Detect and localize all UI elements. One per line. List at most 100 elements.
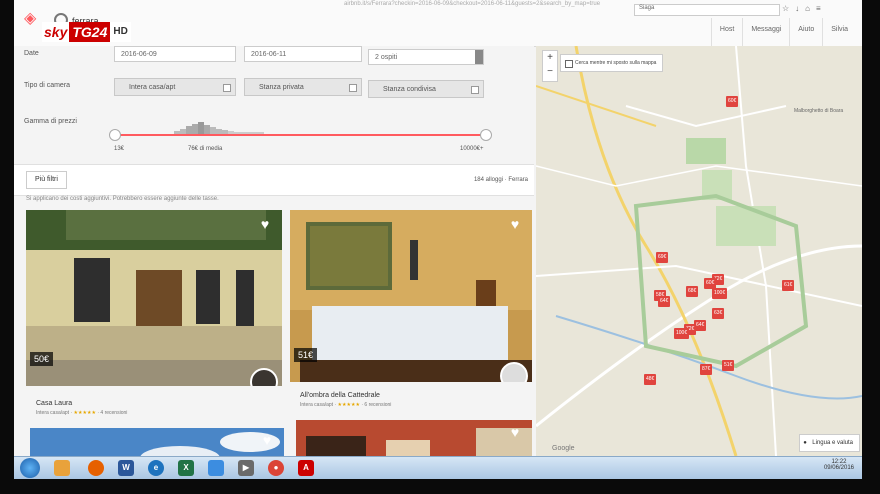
header-nav: Host Messaggi Aiuto Silvia [710, 18, 856, 46]
download-icon[interactable]: ↓ [795, 4, 799, 13]
room-type-private-room[interactable]: Stanza privata [244, 78, 362, 96]
windows-taskbar: W e X ▶ ● A 12:22 09/06/2016 [14, 456, 862, 479]
price-min-value: 13€ [114, 146, 125, 152]
listing-title[interactable]: Casa Laura [36, 400, 72, 407]
more-filters-button[interactable]: Più filtri [26, 171, 67, 189]
map-place-label: Malborghetto di Boara [794, 108, 844, 114]
user-menu-button[interactable]: Silvia [822, 18, 856, 46]
system-clock[interactable]: 12:22 09/06/2016 [824, 459, 854, 471]
rating-stars: ★★★★★ [73, 410, 96, 416]
host-button[interactable]: Host [710, 18, 742, 46]
start-button-icon[interactable] [20, 458, 40, 478]
search-results-pane: Date 2016-06-09 2016-06-11 2 ospiti Tipo… [14, 46, 534, 476]
map-price-pin[interactable]: 64€ [658, 296, 671, 307]
price-slider-track[interactable] [113, 134, 485, 136]
messages-button[interactable]: Messaggi [742, 18, 789, 46]
price-average: 76€ di media [188, 146, 223, 152]
help-button[interactable]: Aiuto [789, 18, 822, 46]
zoom-control: + − [542, 50, 558, 82]
browser-search-box[interactable]: Siaga [634, 4, 780, 16]
rating-stars: ★★★★★ [337, 402, 360, 408]
firefox-icon[interactable] [88, 460, 104, 476]
media-player-icon[interactable]: ▶ [238, 460, 254, 476]
dates-label: Date [24, 50, 39, 57]
review-count: 4 recensioni [100, 410, 128, 416]
listing-type: Intera casa/apt [300, 402, 334, 408]
search-as-map-moves[interactable]: Cerca mentre mi sposto sulla mappa [560, 54, 664, 72]
language-currency-button[interactable]: ● Lingua e valuta [799, 434, 860, 452]
price-max-handle[interactable] [480, 129, 492, 141]
heart-icon[interactable]: ♥ [508, 217, 522, 231]
chrome-icon[interactable]: ● [268, 460, 284, 476]
checkbox-icon[interactable] [565, 60, 573, 68]
listing-card[interactable]: ♥ 50€ [26, 210, 282, 386]
map-price-pin[interactable]: 69€ [656, 252, 669, 263]
bookmark-star-icon[interactable]: ☆ [782, 4, 789, 13]
listing-type: Intera casa/apt [36, 410, 70, 416]
map-price-pin[interactable]: 51€ [722, 360, 735, 371]
review-count: 6 recensioni [364, 402, 392, 408]
map-price-pin[interactable]: 87€ [700, 364, 713, 375]
browser-toolbar: ☆ ↓ ⌂ ≡ [782, 4, 858, 16]
channel-logo-hd: HD [110, 22, 131, 42]
checkbox-icon[interactable] [349, 84, 357, 92]
internet-explorer-icon[interactable]: e [148, 460, 164, 476]
checkout-field[interactable]: 2016-06-11 [244, 46, 362, 62]
price-min-handle[interactable] [109, 129, 121, 141]
listing-meta: Intera casa/apt · ★★★★★ · 4 recensioni [36, 410, 128, 416]
menu-icon[interactable]: ≡ [816, 4, 821, 13]
room-type-shared-room[interactable]: Stanza condivisa [368, 80, 484, 98]
listing-photo [26, 210, 282, 386]
map-pane[interactable]: + − Cerca mentre mi sposto sulla mappa M… [536, 46, 862, 456]
map-price-pin[interactable]: 61€ [782, 280, 795, 291]
checkbox-icon[interactable] [223, 84, 231, 92]
listing-title[interactable]: All'ombra della Cattedrale [300, 392, 380, 399]
price-max-value: 10000€+ [460, 146, 484, 152]
map-price-pin[interactable]: 60€ [726, 96, 739, 107]
word-icon[interactable]: W [118, 460, 134, 476]
channel-logo-tg24: TG24 [69, 22, 111, 42]
room-type-label-text: Intera casa/apt [129, 84, 176, 91]
map-price-pin[interactable]: 100€ [674, 328, 690, 339]
airbnb-logo-icon[interactable]: ◈ [24, 10, 42, 28]
map-price-pin[interactable]: 60€ [704, 278, 717, 289]
channel-logo-sky: sky [42, 22, 70, 42]
acrobat-icon[interactable]: A [298, 460, 314, 476]
excel-icon[interactable]: X [178, 460, 194, 476]
browser-url[interactable]: airbnb.it/s/Ferrara?checkin=2016-06-09&c… [344, 1, 600, 7]
listing-card[interactable]: ♥ 51€ [290, 210, 532, 382]
heart-icon[interactable]: ♥ [258, 217, 272, 231]
chevron-down-icon [475, 50, 483, 64]
checkin-field[interactable]: 2016-06-09 [114, 46, 236, 62]
screen: airbnb.it/s/Ferrara?checkin=2016-06-09&c… [14, 0, 862, 476]
host-avatar[interactable] [500, 362, 528, 382]
listing-photo [290, 210, 532, 382]
heart-icon[interactable]: ♥ [260, 433, 274, 447]
language-currency-label: Lingua e valuta [812, 440, 853, 446]
map-price-pin[interactable]: 100€ [712, 288, 728, 299]
room-type-label-text: Stanza condivisa [383, 86, 436, 93]
map-checkbox-label: Cerca mentre mi sposto sulla mappa [575, 60, 657, 66]
zoom-in-button[interactable]: + [543, 51, 557, 65]
map-price-pin[interactable]: 63€ [712, 308, 725, 319]
guests-value: 2 ospiti [375, 54, 398, 61]
checkbox-icon[interactable] [471, 86, 479, 94]
app-header: airbnb.it/s/Ferrara?checkin=2016-06-09&c… [14, 0, 862, 47]
zoom-out-button[interactable]: − [543, 65, 557, 79]
room-type-entire-home[interactable]: Intera casa/apt [114, 78, 236, 96]
google-logo: Google [552, 445, 575, 452]
room-type-label-text: Stanza privata [259, 84, 304, 91]
globe-icon: ● [803, 440, 807, 446]
listing-meta: Intera casa/apt · ★★★★★ · 6 recensioni [300, 402, 392, 408]
file-explorer-icon[interactable] [54, 460, 70, 476]
room-type-label: Tipo di camera [24, 82, 71, 89]
listing-price: 50€ [30, 352, 54, 366]
map-price-pin[interactable]: 48€ [644, 374, 657, 385]
map-price-pin[interactable]: 68€ [686, 286, 699, 297]
excel-icon[interactable] [208, 460, 224, 476]
filter-bar: Più filtri 184 alloggi · Ferrara [14, 164, 534, 196]
home-icon[interactable]: ⌂ [805, 4, 810, 13]
price-histogram [174, 122, 264, 134]
guests-select[interactable]: 2 ospiti [368, 49, 484, 65]
heart-icon[interactable]: ♥ [508, 425, 522, 439]
